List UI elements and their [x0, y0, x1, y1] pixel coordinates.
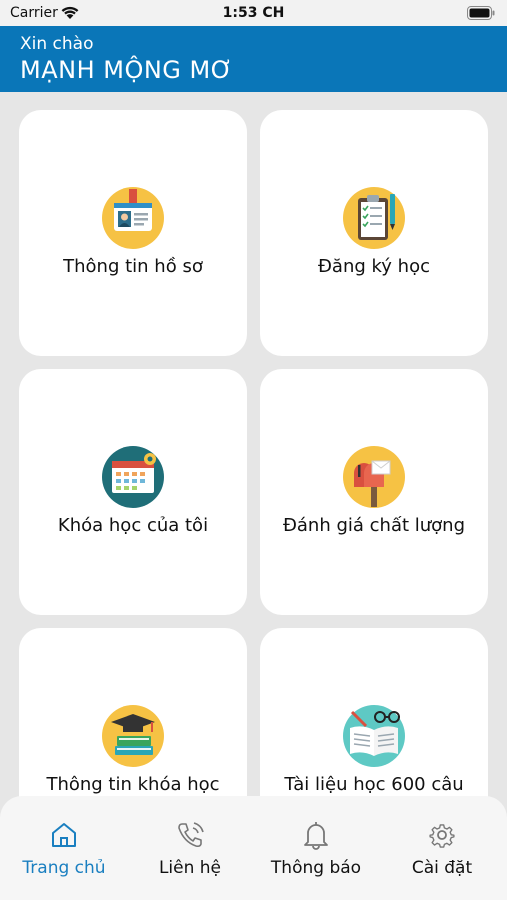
bell-icon	[304, 822, 328, 850]
status-bar: Carrier 1:53 CH	[0, 0, 507, 26]
menu-card-quality-review[interactable]: Đánh giá chất lượng	[260, 369, 488, 615]
menu-card-label: Thông tin hồ sơ	[63, 256, 203, 277]
phone-icon	[178, 822, 204, 848]
bottom-tab-bar: Trang chủ Liên hệ Thông báo Cài đặt	[0, 796, 507, 900]
user-name: MẠNH MỘNG MƠ	[20, 56, 234, 84]
tab-contact[interactable]: Liên hệ	[127, 796, 253, 900]
menu-card-label: Khóa học của tôi	[57, 515, 209, 536]
mailbox-icon	[343, 446, 405, 508]
tab-home[interactable]: Trang chủ	[1, 796, 127, 900]
menu-card-my-courses[interactable]: Khóa học của tôi	[19, 369, 247, 615]
menu-card-profile[interactable]: Thông tin hồ sơ	[19, 110, 247, 356]
tab-notifications[interactable]: Thông báo	[253, 796, 379, 900]
graduation-books-icon	[102, 705, 164, 767]
tab-label: Cài đặt	[411, 858, 473, 878]
app-header: Xin chào MẠNH MỘNG MƠ	[0, 26, 507, 92]
calendar-icon	[102, 446, 164, 508]
id-card-icon	[102, 187, 164, 249]
menu-card-label: Đăng ký học	[317, 256, 430, 277]
menu-card-label: Thông tin khóa học	[46, 774, 220, 795]
greeting-text: Xin chào	[20, 34, 94, 54]
tab-label: Thông báo	[270, 858, 362, 878]
menu-card-label: Đánh giá chất lượng	[282, 515, 466, 536]
tab-label: Trang chủ	[22, 858, 106, 878]
menu-card-label: Tài liệu học 600 câu	[284, 774, 464, 795]
gear-icon	[429, 824, 455, 848]
clipboard-checklist-icon	[343, 187, 405, 249]
menu-card-registration[interactable]: Đăng ký học	[260, 110, 488, 356]
home-icon	[52, 823, 76, 847]
battery-icon	[467, 6, 495, 20]
open-book-glasses-icon	[343, 705, 405, 767]
tab-settings[interactable]: Cài đặt	[379, 796, 505, 900]
clock: 1:53 CH	[222, 5, 285, 21]
tab-label: Liên hệ	[158, 858, 222, 878]
